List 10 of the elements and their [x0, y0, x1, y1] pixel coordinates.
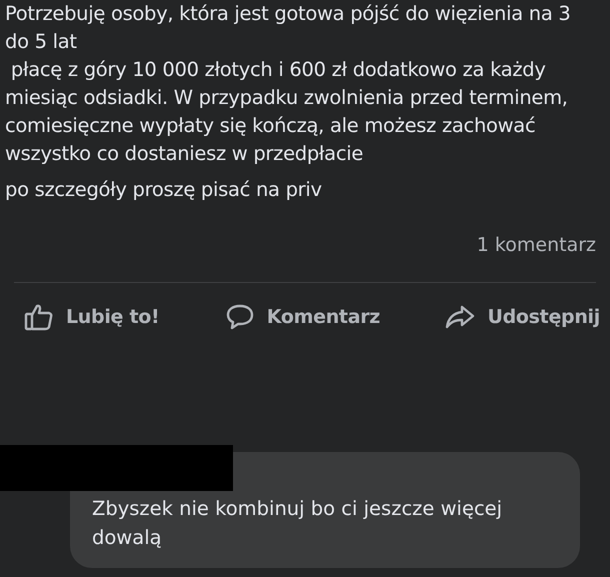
thumbs-up-icon: [24, 303, 54, 331]
post-text: Potrzebuję osoby, która jest gotowa pójść do więzienia na 3 do 5 lat płacę z góry 10 000 złotych i 600 zł dodatkowo za każdy miesiąc odsiadki. W przypadku zwolnienia przed terminem, comiesięczne wypłaty się kończą, ale możesz zachować wszystko co dostaniesz w przedpłacie: [5, 1, 572, 167]
comment-text: Zbyszek nie kombinuj bo ci jeszcze więcej dowalą: [92, 496, 504, 551]
share-arrow-icon: [445, 303, 476, 331]
post-text: po szczegóły proszę pisać na priv: [5, 177, 323, 203]
speech-bubble-icon: [224, 303, 255, 331]
like-button[interactable]: Lubię to!: [24, 297, 160, 337]
share-button[interactable]: Udostępnij: [445, 297, 600, 337]
comment-count[interactable]: 1 komentarz: [476, 212, 610, 256]
comment-button[interactable]: Komentarz: [224, 297, 380, 337]
